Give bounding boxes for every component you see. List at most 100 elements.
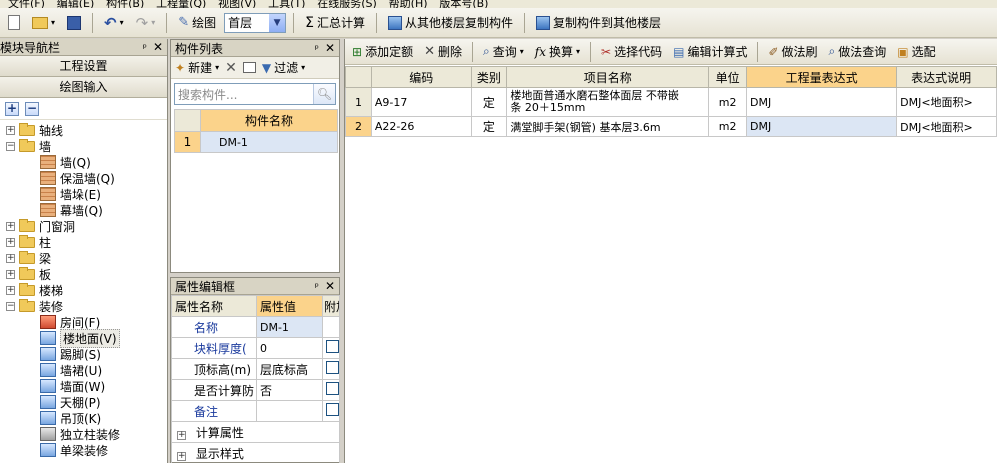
expand-icon[interactable]: + bbox=[6, 221, 15, 231]
attach-checkbox[interactable] bbox=[326, 382, 339, 395]
tree-item-door-window[interactable]: + 门窗洞 bbox=[0, 218, 167, 234]
expand-icon[interactable]: + bbox=[177, 430, 186, 440]
pin-icon[interactable]: ᵖ bbox=[315, 44, 319, 55]
unit-cell[interactable]: m2 bbox=[708, 87, 748, 117]
tree-item-decoration[interactable]: − 装修 bbox=[0, 298, 167, 314]
new-file-button[interactable] bbox=[4, 12, 24, 34]
menu-quantity[interactable]: 工程量(Q) bbox=[156, 0, 206, 8]
draw-input-button[interactable]: 绘图输入 bbox=[0, 77, 167, 98]
item-name-cell[interactable]: 满堂脚手架(钢管) 基本层3.6m bbox=[506, 116, 710, 137]
table-row[interactable]: 1 DM-1 bbox=[174, 131, 338, 153]
save-button[interactable] bbox=[63, 12, 85, 34]
expand-all-icon[interactable]: + bbox=[5, 101, 19, 116]
tree-item-suspended-ceiling[interactable]: 吊顶(K) bbox=[0, 410, 167, 426]
tree-item-beam[interactable]: + 梁 bbox=[0, 250, 167, 266]
project-settings-button[interactable]: 工程设置 bbox=[0, 56, 167, 77]
component-name-cell[interactable]: DM-1 bbox=[200, 131, 338, 153]
tree-item-wall-q[interactable]: 墙(Q) bbox=[0, 154, 167, 170]
property-row[interactable]: 顶标高(m) 层底标高 bbox=[171, 358, 340, 380]
tree-item-stairs[interactable]: + 楼梯 bbox=[0, 282, 167, 298]
new-component-button[interactable]: ✦ 新建 ▾ bbox=[175, 57, 219, 79]
tree-item-wall-surface[interactable]: 墙面(W) bbox=[0, 378, 167, 394]
property-group-row[interactable]: + 显示样式 bbox=[171, 442, 340, 463]
tree-item-floor-surface[interactable]: 楼地面(V) bbox=[0, 328, 167, 348]
expand-icon[interactable]: + bbox=[177, 451, 186, 461]
code-cell[interactable]: A22-26 bbox=[370, 116, 472, 137]
tree-item-axis[interactable]: + 轴线 bbox=[0, 122, 167, 138]
prop-value[interactable]: 0 bbox=[256, 337, 323, 359]
collapse-icon[interactable]: − bbox=[6, 141, 15, 151]
unit-cell[interactable]: m2 bbox=[708, 116, 748, 137]
copy-from-floor-button[interactable]: 从其他楼层复制构件 bbox=[384, 12, 517, 34]
draw-button[interactable]: ✎ 绘图 bbox=[174, 12, 220, 34]
property-row[interactable]: 块料厚度( 0 bbox=[171, 337, 340, 359]
attach-checkbox[interactable] bbox=[326, 403, 339, 416]
redo-button[interactable]: ↷ ▾ bbox=[132, 12, 160, 34]
table-row[interactable]: 1 A9-17 定 楼地面普通水磨石整体面层 不带嵌 条 20＋15mm m2 … bbox=[345, 87, 997, 117]
prop-value[interactable]: 层底标高 bbox=[256, 358, 323, 380]
attach-checkbox[interactable] bbox=[326, 340, 339, 353]
menu-component[interactable]: 构件(B) bbox=[106, 0, 144, 8]
open-button[interactable]: ▾ bbox=[28, 12, 59, 34]
method-brush-button[interactable]: ✐ 做法刷 bbox=[764, 41, 821, 63]
tree-item-ceiling[interactable]: 天棚(P) bbox=[0, 394, 167, 410]
pin-icon[interactable]: ᵖ bbox=[315, 282, 319, 293]
table-row[interactable]: 2 A22-26 定 满堂脚手架(钢管) 基本层3.6m m2 DMJ DMJ<… bbox=[345, 116, 997, 137]
delete-button[interactable]: ✕ 删除 bbox=[420, 41, 466, 63]
search-icon[interactable]: 🔍︎ bbox=[313, 84, 335, 104]
copy-to-floor-button[interactable]: 复制构件到其他楼层 bbox=[532, 12, 665, 34]
collapse-all-icon[interactable]: − bbox=[25, 101, 39, 116]
collapse-icon[interactable]: − bbox=[6, 301, 15, 311]
convert-button[interactable]: fx 换算 ▾ bbox=[531, 41, 584, 63]
undo-button[interactable]: ↶ ▾ bbox=[100, 12, 128, 34]
expand-icon[interactable]: + bbox=[6, 253, 15, 263]
tree-item-wall-pier[interactable]: 墙垛(E) bbox=[0, 186, 167, 202]
edit-expression-button[interactable]: ▤ 编辑计算式 bbox=[669, 41, 751, 63]
chevron-down-icon[interactable]: ▼ bbox=[269, 13, 286, 32]
tree-item-wall[interactable]: − 墙 bbox=[0, 138, 167, 154]
tree-item-column-decor[interactable]: 独立柱装修 bbox=[0, 426, 167, 442]
floor-select[interactable]: 首层 ▼ bbox=[224, 12, 287, 33]
expand-icon[interactable]: + bbox=[6, 237, 15, 247]
menu-online[interactable]: 在线服务(S) bbox=[317, 0, 377, 8]
add-quota-button[interactable]: ⊞ 添加定额 bbox=[348, 41, 417, 63]
category-cell[interactable]: 定 bbox=[470, 116, 508, 137]
code-cell[interactable]: A9-17 bbox=[370, 87, 472, 117]
property-row[interactable]: 是否计算防 否 bbox=[171, 379, 340, 401]
open-dropdown-icon[interactable]: ▾ bbox=[51, 18, 55, 27]
menu-edit[interactable]: 编辑(E) bbox=[57, 0, 95, 8]
close-icon[interactable]: ✕ bbox=[325, 279, 335, 293]
menu-file[interactable]: 文件(F) bbox=[8, 0, 45, 8]
item-name-cell[interactable]: 楼地面普通水磨石整体面层 不带嵌 条 20＋15mm bbox=[506, 87, 710, 117]
expand-icon[interactable]: + bbox=[6, 285, 15, 295]
tree-item-dado[interactable]: 墙裙(U) bbox=[0, 362, 167, 378]
filter-button[interactable]: ▼ 过滤 ▾ bbox=[262, 57, 305, 79]
sum-calc-button[interactable]: Σ 汇总计算 bbox=[301, 12, 369, 34]
expand-icon[interactable]: + bbox=[6, 125, 15, 135]
expand-icon[interactable]: + bbox=[6, 269, 15, 279]
attach-checkbox[interactable] bbox=[326, 361, 339, 374]
menu-tools[interactable]: 工具(T) bbox=[268, 0, 305, 8]
tree-item-curtain-wall[interactable]: 幕墙(Q) bbox=[0, 202, 167, 218]
component-search-input[interactable]: 搜索构件... bbox=[178, 86, 237, 103]
redo-dropdown-icon[interactable]: ▾ bbox=[151, 18, 155, 27]
tree-item-skirting[interactable]: 踢脚(S) bbox=[0, 346, 167, 362]
category-cell[interactable]: 定 bbox=[470, 87, 508, 117]
select-match-button[interactable]: ▣ 选配 bbox=[893, 41, 939, 63]
menu-view[interactable]: 视图(V) bbox=[218, 0, 256, 8]
tree-item-column[interactable]: + 柱 bbox=[0, 234, 167, 250]
select-code-button[interactable]: ✂ 选择代码 bbox=[597, 41, 666, 63]
property-group-row[interactable]: + 计算属性 bbox=[171, 421, 340, 443]
qty-expression-cell[interactable]: DMJ bbox=[746, 87, 898, 117]
tree-item-beam-decor[interactable]: 单梁装修 bbox=[0, 442, 167, 458]
prop-value[interactable]: 否 bbox=[256, 379, 323, 401]
close-icon[interactable]: ✕ bbox=[325, 41, 335, 55]
menu-version[interactable]: 版本号(B) bbox=[439, 0, 488, 8]
delete-icon[interactable]: ✕ bbox=[225, 60, 237, 76]
tree-item-slab[interactable]: + 板 bbox=[0, 266, 167, 282]
qty-expression-cell[interactable]: DMJ bbox=[746, 116, 898, 137]
method-query-button[interactable]: ⌕ 做法查询 bbox=[825, 41, 891, 63]
tree-item-insulation-wall[interactable]: 保温墙(Q) bbox=[0, 170, 167, 186]
menu-help[interactable]: 帮助(H) bbox=[389, 0, 428, 8]
close-icon[interactable]: ✕ bbox=[153, 40, 163, 54]
